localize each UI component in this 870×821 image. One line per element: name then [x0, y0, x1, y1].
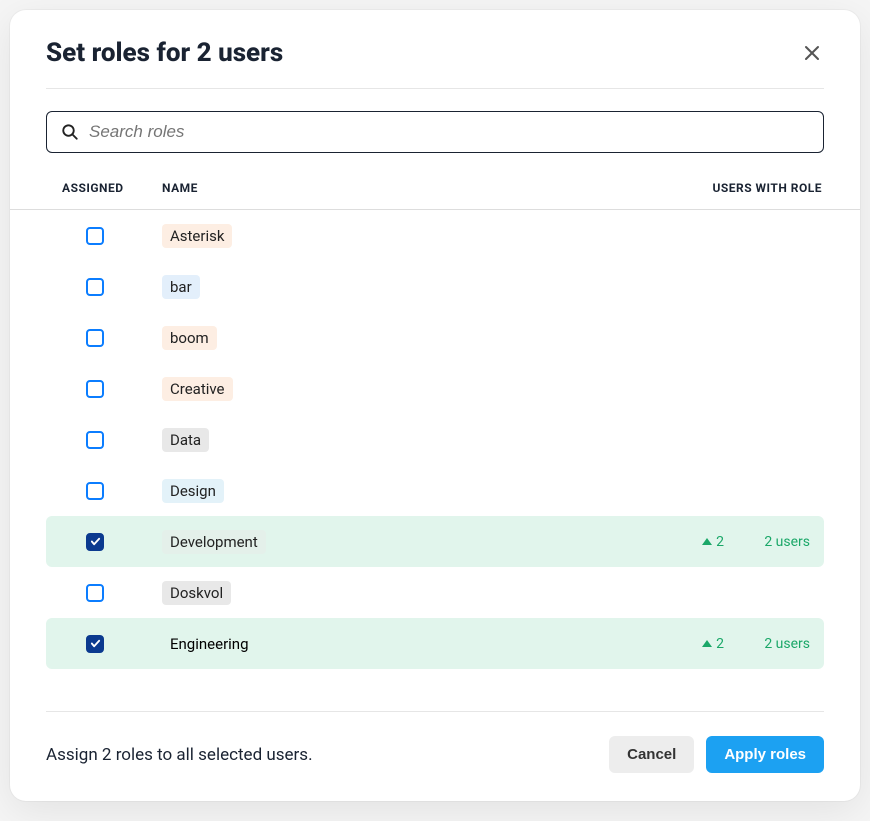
search-container	[10, 89, 860, 171]
role-name-tag: Engineering	[162, 632, 257, 656]
cell-assigned	[46, 329, 162, 347]
cell-delta: 2	[624, 636, 724, 652]
table-header: ASSIGNED NAME USERS WITH ROLE	[10, 171, 860, 210]
role-checkbox[interactable]	[86, 635, 104, 653]
table-row[interactable]: Design	[46, 465, 824, 516]
role-name-tag: Creative	[162, 377, 233, 401]
role-name-tag: Development	[162, 530, 266, 554]
cell-assigned	[46, 482, 162, 500]
cell-assigned	[46, 227, 162, 245]
modal-footer: Assign 2 roles to all selected users. Ca…	[10, 712, 860, 801]
col-header-name: NAME	[162, 181, 644, 195]
role-checkbox[interactable]	[86, 431, 104, 449]
footer-summary: Assign 2 roles to all selected users.	[46, 745, 313, 765]
role-name-tag: Asterisk	[162, 224, 232, 248]
cell-name: Design	[162, 479, 624, 503]
cell-name: Development	[162, 530, 624, 554]
cell-name: Data	[162, 428, 624, 452]
cell-name: Creative	[162, 377, 624, 401]
triangle-up-icon	[702, 538, 712, 545]
cell-assigned	[46, 635, 162, 653]
triangle-up-icon	[702, 640, 712, 647]
role-name-tag: Doskvol	[162, 581, 231, 605]
cell-name: boom	[162, 326, 624, 350]
cell-assigned	[46, 533, 162, 551]
col-header-users: USERS WITH ROLE	[644, 181, 824, 195]
cell-name: Asterisk	[162, 224, 624, 248]
role-name-tag: Design	[162, 479, 224, 503]
footer-actions: Cancel Apply roles	[609, 736, 824, 773]
cancel-button[interactable]: Cancel	[609, 736, 694, 773]
table-row[interactable]: boom	[46, 312, 824, 363]
modal-title: Set roles for 2 users	[46, 38, 283, 68]
table-row[interactable]: bar	[46, 261, 824, 312]
cell-assigned	[46, 431, 162, 449]
role-checkbox[interactable]	[86, 584, 104, 602]
search-icon	[61, 123, 79, 141]
role-checkbox[interactable]	[86, 482, 104, 500]
role-name-tag: Data	[162, 428, 209, 452]
delta-value: 2	[716, 636, 724, 652]
col-header-assigned: ASSIGNED	[46, 181, 162, 195]
check-icon	[90, 638, 101, 649]
role-checkbox[interactable]	[86, 533, 104, 551]
cell-assigned	[46, 584, 162, 602]
cell-name: Engineering	[162, 632, 624, 656]
role-checkbox[interactable]	[86, 278, 104, 296]
table-row[interactable]: Data	[46, 414, 824, 465]
cell-users: 2 users	[724, 534, 824, 550]
table-row[interactable]: Creative	[46, 363, 824, 414]
close-icon	[804, 45, 820, 61]
role-name-tag: boom	[162, 326, 217, 350]
search-box[interactable]	[46, 111, 824, 153]
cell-assigned	[46, 380, 162, 398]
cell-assigned	[46, 278, 162, 296]
search-input[interactable]	[89, 122, 809, 142]
set-roles-modal: Set roles for 2 users ASSIGNED NAME USER…	[10, 10, 860, 801]
apply-roles-button[interactable]: Apply roles	[706, 736, 824, 773]
close-button[interactable]	[800, 41, 824, 65]
roles-table-body[interactable]: Asterisk bar boom Creative Data Design Develop…	[10, 210, 860, 711]
cell-name: bar	[162, 275, 624, 299]
role-checkbox[interactable]	[86, 227, 104, 245]
table-row[interactable]: Asterisk	[46, 210, 824, 261]
cell-delta: 2	[624, 534, 724, 550]
cell-name: Doskvol	[162, 581, 624, 605]
role-checkbox[interactable]	[86, 380, 104, 398]
check-icon	[90, 536, 101, 547]
table-row[interactable]: Development 22 users	[46, 516, 824, 567]
table-row[interactable]: Doskvol	[46, 567, 824, 618]
table-row[interactable]: Engineering 22 users	[46, 618, 824, 669]
cell-users: 2 users	[724, 636, 824, 652]
role-name-tag: bar	[162, 275, 200, 299]
role-checkbox[interactable]	[86, 329, 104, 347]
modal-header: Set roles for 2 users	[10, 10, 860, 88]
delta-value: 2	[716, 534, 724, 550]
